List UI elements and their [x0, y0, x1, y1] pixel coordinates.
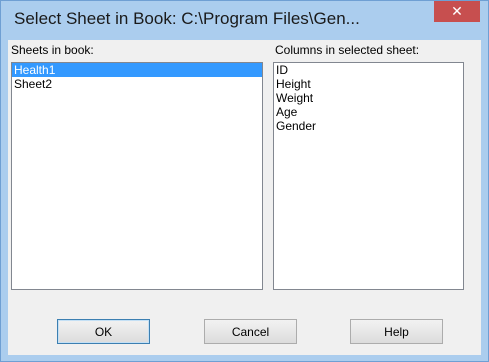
sheet-list-item[interactable]: Sheet2 [12, 77, 262, 91]
title-bar[interactable]: Select Sheet in Book: C:\Program Files\G… [1, 1, 488, 38]
cancel-button[interactable]: Cancel [204, 319, 297, 344]
sheet-list-item[interactable]: Health1 [12, 63, 262, 77]
close-icon: ✕ [451, 3, 463, 19]
dialog-body: Sheets in book: Columns in selected shee… [8, 40, 481, 355]
sheets-label: Sheets in book: [11, 43, 94, 57]
column-list-item[interactable]: ID [274, 63, 463, 77]
help-button[interactable]: Help [350, 319, 443, 344]
sheets-listbox[interactable]: Health1 Sheet2 [11, 62, 263, 290]
column-list-item[interactable]: Weight [274, 91, 463, 105]
window-title: Select Sheet in Book: C:\Program Files\G… [14, 9, 360, 28]
dialog-window: Select Sheet in Book: C:\Program Files\G… [0, 0, 489, 362]
column-list-item[interactable]: Gender [274, 119, 463, 133]
column-list-item[interactable]: Age [274, 105, 463, 119]
ok-button[interactable]: OK [57, 319, 150, 344]
columns-label: Columns in selected sheet: [275, 43, 420, 57]
columns-listbox[interactable]: ID Height Weight Age Gender [273, 62, 464, 290]
close-button[interactable]: ✕ [434, 1, 480, 22]
column-list-item[interactable]: Height [274, 77, 463, 91]
